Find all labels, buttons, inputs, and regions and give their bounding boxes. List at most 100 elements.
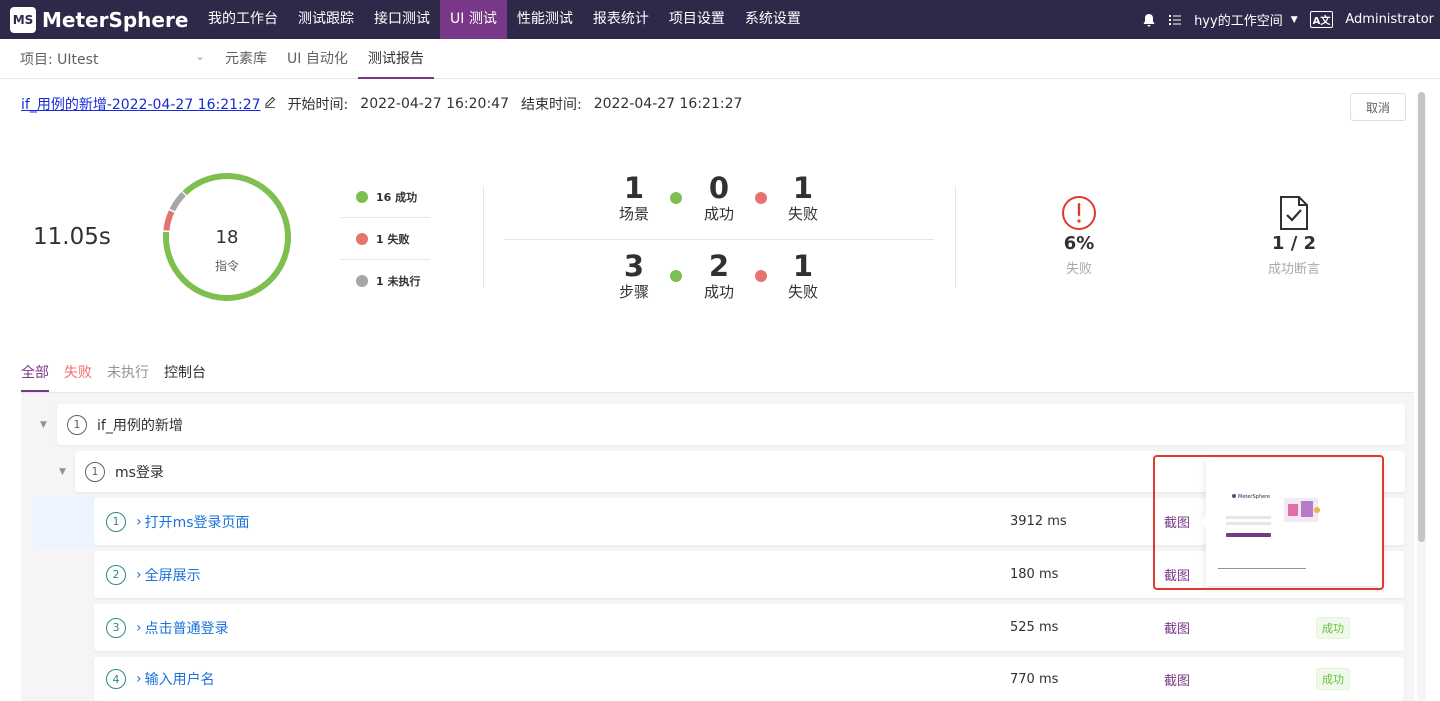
report-title[interactable]: if_用例的新增-2022-04-27 16:21:27 — [21, 94, 261, 114]
step-index: 2 — [106, 564, 126, 585]
language-icon[interactable]: A文 — [1309, 11, 1334, 28]
chevron-right-icon[interactable]: › — [136, 567, 142, 583]
nav-item-ui-test[interactable]: UI 测试 — [440, 0, 507, 39]
tab-ui-automation[interactable]: UI 自动化 — [277, 39, 358, 79]
nav-item-test-track[interactable]: 测试跟踪 — [288, 0, 364, 39]
success-dot — [670, 270, 682, 282]
bell-icon[interactable] — [1142, 13, 1156, 27]
logo-mark: MS — [10, 6, 36, 33]
scenario-count: 1 场景 — [604, 172, 664, 224]
screenshot-link[interactable]: 截图 — [1164, 618, 1190, 637]
step-name[interactable]: 打开ms登录页面 — [145, 512, 250, 532]
filter-console[interactable]: 控制台 — [164, 362, 206, 392]
legend-fail: 1 失败 — [340, 218, 430, 260]
workspace-name: hyy的工作空间 — [1194, 14, 1283, 29]
caret-down-icon[interactable]: ▼ — [59, 467, 66, 477]
step-fail-value: 1 — [792, 249, 814, 283]
workspace-switcher[interactable]: hyy的工作空间 ▼ — [1194, 10, 1298, 29]
vertical-scrollbar[interactable] — [1417, 92, 1426, 701]
fail-dot — [755, 192, 767, 204]
step-fail-label: 失败 — [787, 283, 818, 301]
scrollbar-thumb[interactable] — [1418, 92, 1425, 542]
tree-node-root[interactable]: 1 if_用例的新增 — [57, 404, 1405, 445]
edit-icon[interactable] — [264, 96, 276, 112]
filter-failed[interactable]: 失败 — [64, 362, 92, 392]
donut-legend: 16 成功 1 失败 1 未执行 — [340, 176, 430, 302]
tab-test-report[interactable]: 测试报告 — [357, 39, 434, 79]
screenshot-link[interactable]: 截图 — [1164, 670, 1190, 689]
assertion-kpi: 1 / 2 成功断言 — [1244, 195, 1344, 277]
warning-circle-icon — [1029, 195, 1129, 233]
filter-all[interactable]: 全部 — [21, 362, 49, 392]
tree-step-row[interactable]: 4 › 输入用户名 770 ms 截图 成功 — [94, 657, 1404, 701]
step-success-value: 2 — [708, 249, 730, 283]
divider — [483, 186, 484, 288]
project-name: 项目: UItest — [20, 51, 99, 68]
step-duration: 525 ms — [1010, 620, 1059, 635]
scenario-success-value: 0 — [708, 171, 730, 205]
legend-not-run: 1 未执行 — [340, 260, 430, 302]
nav-item-system-settings[interactable]: 系统设置 — [735, 0, 811, 39]
scenario-count-label: 场景 — [618, 205, 649, 223]
chevron-down-icon: ▼ — [1290, 14, 1298, 25]
legend-dot-not-run — [356, 275, 368, 287]
top-right-tools: hyy的工作空间 ▼ A文 Administrator — [1142, 0, 1440, 39]
tree-step-row[interactable]: 3 › 点击普通登录 525 ms 截图 成功 — [94, 604, 1404, 651]
success-dot — [670, 192, 682, 204]
start-time-value: 2022-04-27 16:20:47 — [360, 96, 509, 112]
step-index: 1 — [106, 511, 126, 532]
node-name: if_用例的新增 — [97, 417, 183, 434]
legend-not-run-label: 1 未执行 — [376, 275, 421, 288]
step-name[interactable]: 输入用户名 — [145, 669, 215, 689]
divider — [504, 239, 934, 240]
node-name: ms登录 — [115, 464, 164, 481]
top-navbar: MS MeterSphere 我的工作台 测试跟踪 接口测试 UI 测试 性能测… — [0, 0, 1440, 39]
start-time-label: 开始时间: — [287, 97, 349, 113]
task-list-icon[interactable] — [1168, 13, 1182, 27]
step-count-value: 3 — [623, 249, 645, 283]
cancel-button[interactable]: 取消 — [1350, 93, 1406, 121]
status-badge: 成功 — [1316, 616, 1350, 639]
nav-item-project-settings[interactable]: 项目设置 — [659, 0, 735, 39]
end-time-label: 结束时间: — [520, 97, 582, 113]
scenario-success: 0 成功 — [689, 172, 749, 224]
nav-item-reports[interactable]: 报表统计 — [583, 0, 659, 39]
nav-item-api-test[interactable]: 接口测试 — [364, 0, 440, 39]
tab-element-library[interactable]: 元素库 — [215, 39, 277, 79]
end-time-value: 2022-04-27 16:21:27 — [593, 96, 743, 112]
scenario-count-value: 1 — [623, 171, 645, 205]
legend-dot-fail — [356, 232, 368, 245]
nav-item-workbench[interactable]: 我的工作台 — [198, 0, 288, 39]
step-success-label: 成功 — [703, 283, 734, 301]
step-name[interactable]: 点击普通登录 — [145, 618, 229, 638]
fail-rate-label: 失败 — [1065, 262, 1092, 277]
project-selector[interactable]: 项目: UItest ⌄ — [20, 49, 205, 69]
step-index: 3 — [106, 617, 126, 638]
user-menu[interactable]: Administrator — [1345, 12, 1434, 27]
sub-navbar: 项目: UItest ⌄ 元素库 UI 自动化 测试报告 — [0, 39, 1440, 79]
main-nav: 我的工作台 测试跟踪 接口测试 UI 测试 性能测试 报表统计 项目设置 系统设… — [198, 0, 811, 39]
app-logo[interactable]: MS MeterSphere — [10, 6, 190, 33]
screenshot-highlight-box — [1153, 455, 1384, 590]
step-fail: 1 失败 — [773, 250, 833, 302]
step-name[interactable]: 全屏展示 — [145, 565, 201, 585]
chevron-right-icon[interactable]: › — [136, 514, 142, 530]
fail-rate-kpi: 6% 失败 — [1029, 195, 1129, 277]
chevron-right-icon[interactable]: › — [136, 671, 142, 687]
step-duration: 3912 ms — [1010, 514, 1067, 529]
scenario-success-label: 成功 — [703, 205, 734, 223]
sub-tabs: 元素库 UI 自动化 测试报告 — [215, 39, 434, 79]
document-check-icon — [1244, 195, 1344, 233]
app-name: MeterSphere — [42, 7, 189, 32]
result-filter-tabs: 全部 失败 未执行 控制台 — [21, 362, 221, 392]
report-header: if_用例的新增-2022-04-27 16:21:27 开始时间: 2022-… — [21, 94, 742, 114]
filter-not-run[interactable]: 未执行 — [107, 362, 149, 392]
caret-down-icon[interactable]: ▼ — [40, 420, 47, 430]
step-success: 2 成功 — [689, 250, 749, 302]
chevron-right-icon[interactable]: › — [136, 620, 142, 636]
scenario-fail-value: 1 — [792, 171, 814, 205]
scenario-fail-label: 失败 — [787, 205, 818, 223]
nav-item-performance[interactable]: 性能测试 — [507, 0, 583, 39]
scenario-fail: 1 失败 — [773, 172, 833, 224]
step-index: 4 — [106, 669, 126, 689]
